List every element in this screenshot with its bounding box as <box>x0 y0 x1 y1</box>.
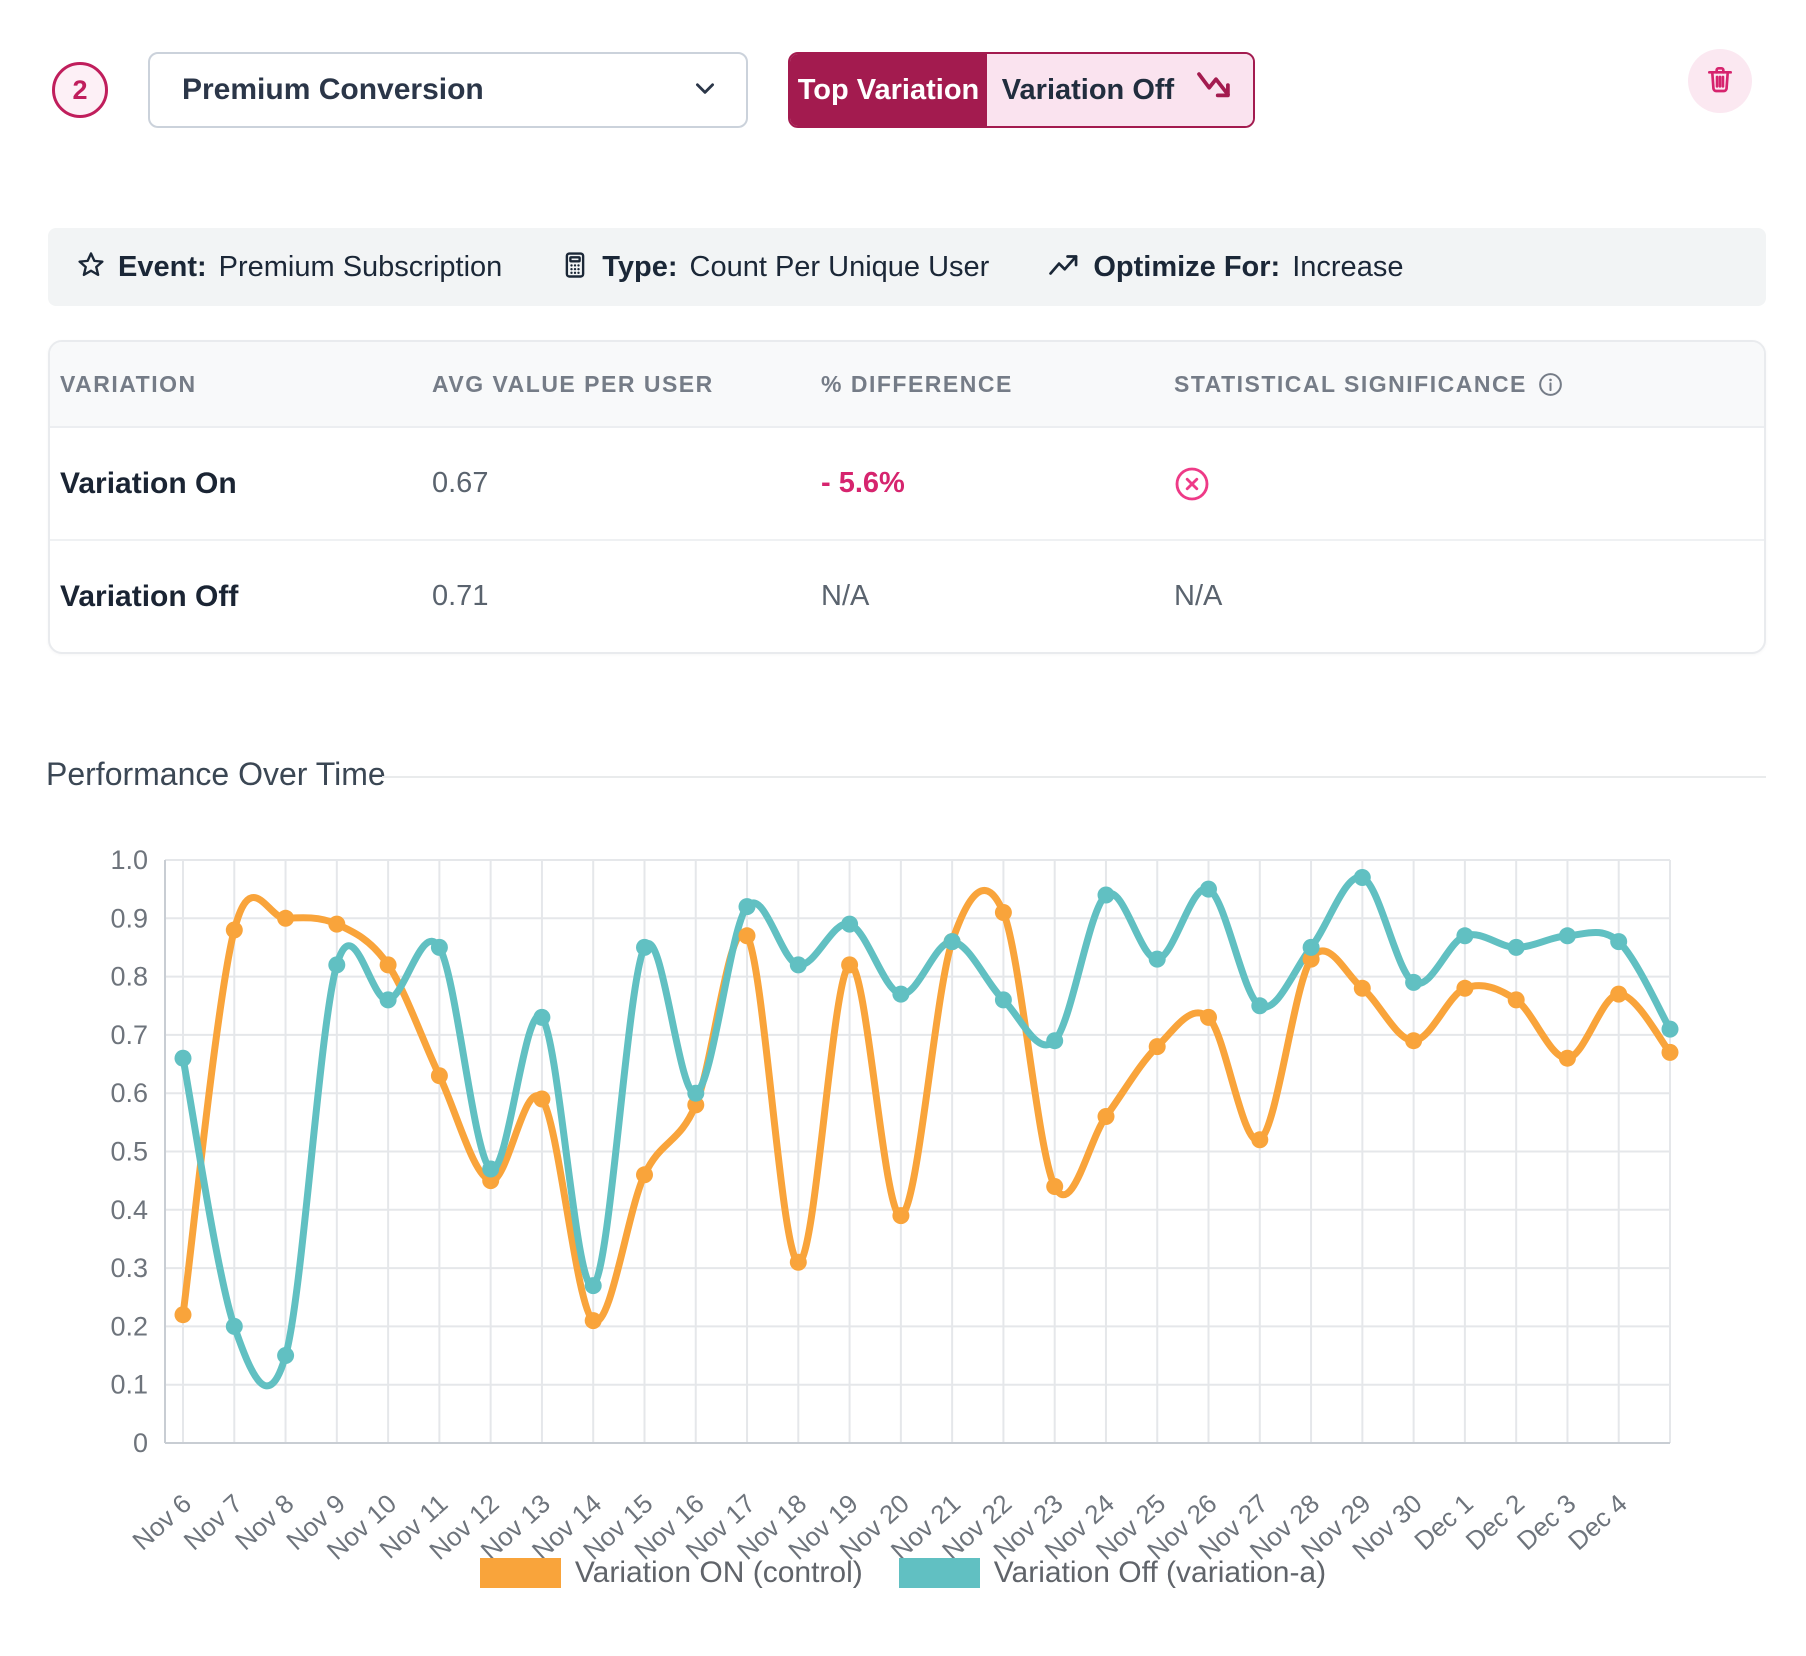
trending-up-icon <box>1047 250 1081 285</box>
svg-text:Dec 2: Dec 2 <box>1460 1488 1531 1556</box>
svg-text:0.3: 0.3 <box>110 1253 148 1283</box>
column-header: AVG VALUE PER USER <box>432 371 821 398</box>
svg-text:Nov 7: Nov 7 <box>178 1488 249 1556</box>
svg-text:0.6: 0.6 <box>110 1078 148 1108</box>
legend-item[interactable]: Variation ON (control) <box>480 1556 863 1590</box>
calculator-icon <box>560 250 590 285</box>
metric-index-badge: 2 <box>52 62 108 118</box>
svg-text:Nov 6: Nov 6 <box>126 1488 197 1556</box>
toggle-top-variation-label: Top Variation <box>798 74 980 107</box>
svg-text:Dec 1: Dec 1 <box>1408 1488 1479 1556</box>
svg-text:1.0: 1.0 <box>110 845 148 875</box>
optimize-value: Increase <box>1292 251 1403 284</box>
variation-name: Variation Off <box>60 580 432 614</box>
results-table-header: VARIATIONAVG VALUE PER USER% DIFFERENCES… <box>50 342 1764 428</box>
svg-text:0.9: 0.9 <box>110 903 148 933</box>
section-divider <box>382 776 1766 778</box>
chevron-down-icon <box>692 75 718 106</box>
difference-value: N/A <box>821 580 1174 613</box>
not-significant-icon <box>1174 466 1764 502</box>
metric-summary-bar: Event: Premium Subscription Type: Count … <box>48 228 1766 306</box>
experiment-metric-panel: 2 Premium Conversion Top Variation Varia… <box>0 0 1806 1656</box>
avg-value: 0.67 <box>432 467 821 500</box>
table-row: Variation Off0.71N/AN/A <box>50 539 1764 652</box>
difference-value: - 5.6% <box>821 467 1174 500</box>
svg-text:0.7: 0.7 <box>110 1020 148 1050</box>
section-title: Performance Over Time <box>46 756 386 793</box>
optimize-group: Optimize For: Increase <box>1047 250 1403 285</box>
column-header: % DIFFERENCE <box>821 371 1174 398</box>
performance-chart: 1.00.90.80.70.60.50.40.30.20.10Nov 6Nov … <box>0 830 1806 1630</box>
legend-swatch <box>899 1558 980 1588</box>
info-icon[interactable] <box>1537 371 1564 398</box>
y-axis-labels: 1.0 0.9 0.8 0.7 0.6 0.5 0.4 0.3 0.2 0.1 0 <box>110 845 148 1458</box>
toggle-variation-off[interactable]: Variation Off <box>987 54 1253 126</box>
toggle-top-variation[interactable]: Top Variation <box>790 54 987 126</box>
variation-toggle: Top Variation Variation Off <box>788 52 1255 128</box>
significance-value: N/A <box>1174 580 1764 613</box>
trash-icon <box>1704 63 1736 100</box>
type-label: Type: <box>602 251 677 284</box>
legend-swatch <box>480 1558 561 1588</box>
legend-label: Variation ON (control) <box>575 1556 863 1590</box>
type-value: Count Per Unique User <box>690 251 990 284</box>
delete-metric-button[interactable] <box>1688 49 1752 113</box>
series-line-variation-off <box>183 877 1670 1386</box>
event-group: Event: Premium Subscription <box>76 250 502 285</box>
chart-legend: Variation ON (control) Variation Off (var… <box>0 1556 1806 1590</box>
event-label: Event: <box>118 251 207 284</box>
column-header: STATISTICAL SIGNIFICANCE <box>1174 371 1764 398</box>
optimize-label: Optimize For: <box>1093 251 1280 284</box>
variation-name: Variation On <box>60 467 432 501</box>
metric-dropdown-value: Premium Conversion <box>182 73 484 107</box>
column-header: VARIATION <box>60 371 432 398</box>
svg-text:Nov 8: Nov 8 <box>229 1488 300 1556</box>
legend-item[interactable]: Variation Off (variation-a) <box>899 1556 1326 1590</box>
svg-text:Dec 3: Dec 3 <box>1511 1488 1582 1556</box>
event-value: Premium Subscription <box>219 251 503 284</box>
legend-label: Variation Off (variation-a) <box>994 1556 1326 1590</box>
svg-text:0.4: 0.4 <box>110 1195 148 1225</box>
star-icon <box>76 250 106 285</box>
svg-text:0.8: 0.8 <box>110 962 148 992</box>
type-group: Type: Count Per Unique User <box>560 250 989 285</box>
svg-text:0: 0 <box>133 1428 148 1458</box>
svg-text:Dec 4: Dec 4 <box>1562 1488 1633 1556</box>
x-axis-labels: Nov 6Nov 7Nov 8Nov 9Nov 10Nov 11Nov 12No… <box>126 1488 1632 1565</box>
svg-text:0.2: 0.2 <box>110 1311 148 1341</box>
toggle-variation-off-label: Variation Off <box>1002 74 1174 107</box>
table-row: Variation On0.67- 5.6% <box>50 428 1764 539</box>
trending-down-icon <box>1194 69 1238 111</box>
results-table: VARIATIONAVG VALUE PER USER% DIFFERENCES… <box>48 340 1766 654</box>
metric-select-dropdown[interactable]: Premium Conversion <box>148 52 748 128</box>
svg-text:0.1: 0.1 <box>110 1370 148 1400</box>
svg-text:0.5: 0.5 <box>110 1137 148 1167</box>
avg-value: 0.71 <box>432 580 821 613</box>
